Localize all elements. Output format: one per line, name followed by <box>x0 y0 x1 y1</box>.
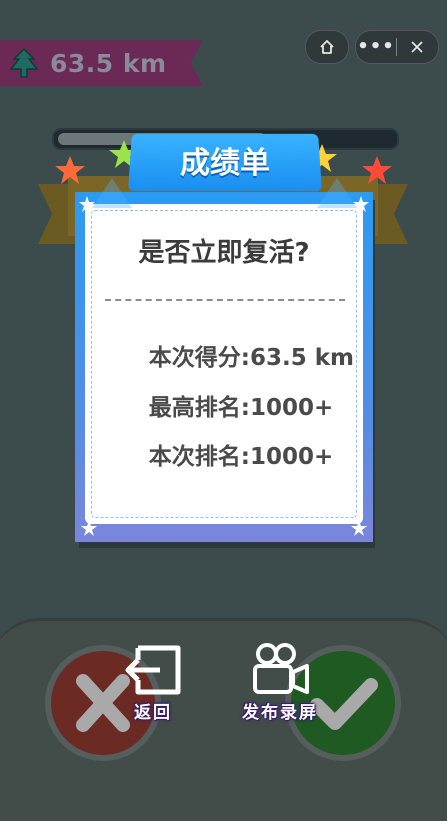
record-label: 发布录屏 <box>242 698 318 723</box>
home-button[interactable] <box>305 30 349 64</box>
corner-star-icon <box>351 520 367 536</box>
stat-row: 本次得分:63.5 km <box>75 338 373 372</box>
share-record-button[interactable]: 发布录屏 <box>242 642 318 723</box>
stat-label: 本次排名: <box>75 437 250 471</box>
tree-icon <box>10 48 38 78</box>
star-icon <box>362 156 392 184</box>
back-label: 返回 <box>134 698 172 723</box>
capsule-menu: ••• <box>355 30 439 64</box>
stat-label: 最高排名: <box>75 388 250 422</box>
stat-value: 1000+ <box>250 444 333 470</box>
home-icon <box>319 39 335 55</box>
close-button[interactable] <box>397 40 437 54</box>
video-camera-icon <box>249 642 311 696</box>
distance-badge: 63.5 km <box>0 40 203 86</box>
dashed-divider <box>105 299 345 301</box>
back-button[interactable]: 返回 <box>124 644 182 723</box>
stat-value: 1000+ <box>250 395 333 421</box>
more-button[interactable]: ••• <box>356 31 396 63</box>
stat-value: 63.5 km <box>250 345 354 371</box>
stat-label: 本次得分: <box>75 338 250 372</box>
stat-row: 最高排名:1000+ <box>75 388 373 422</box>
revive-question: 是否立即复活? <box>75 232 373 269</box>
exit-icon <box>124 644 182 696</box>
close-icon <box>410 40 424 54</box>
star-icon <box>55 156 85 184</box>
card-title: 成绩单 <box>130 138 320 182</box>
corner-star-icon <box>81 520 97 536</box>
stat-row: 本次排名:1000+ <box>75 437 373 471</box>
distance-value: 63.5 km <box>50 49 167 78</box>
